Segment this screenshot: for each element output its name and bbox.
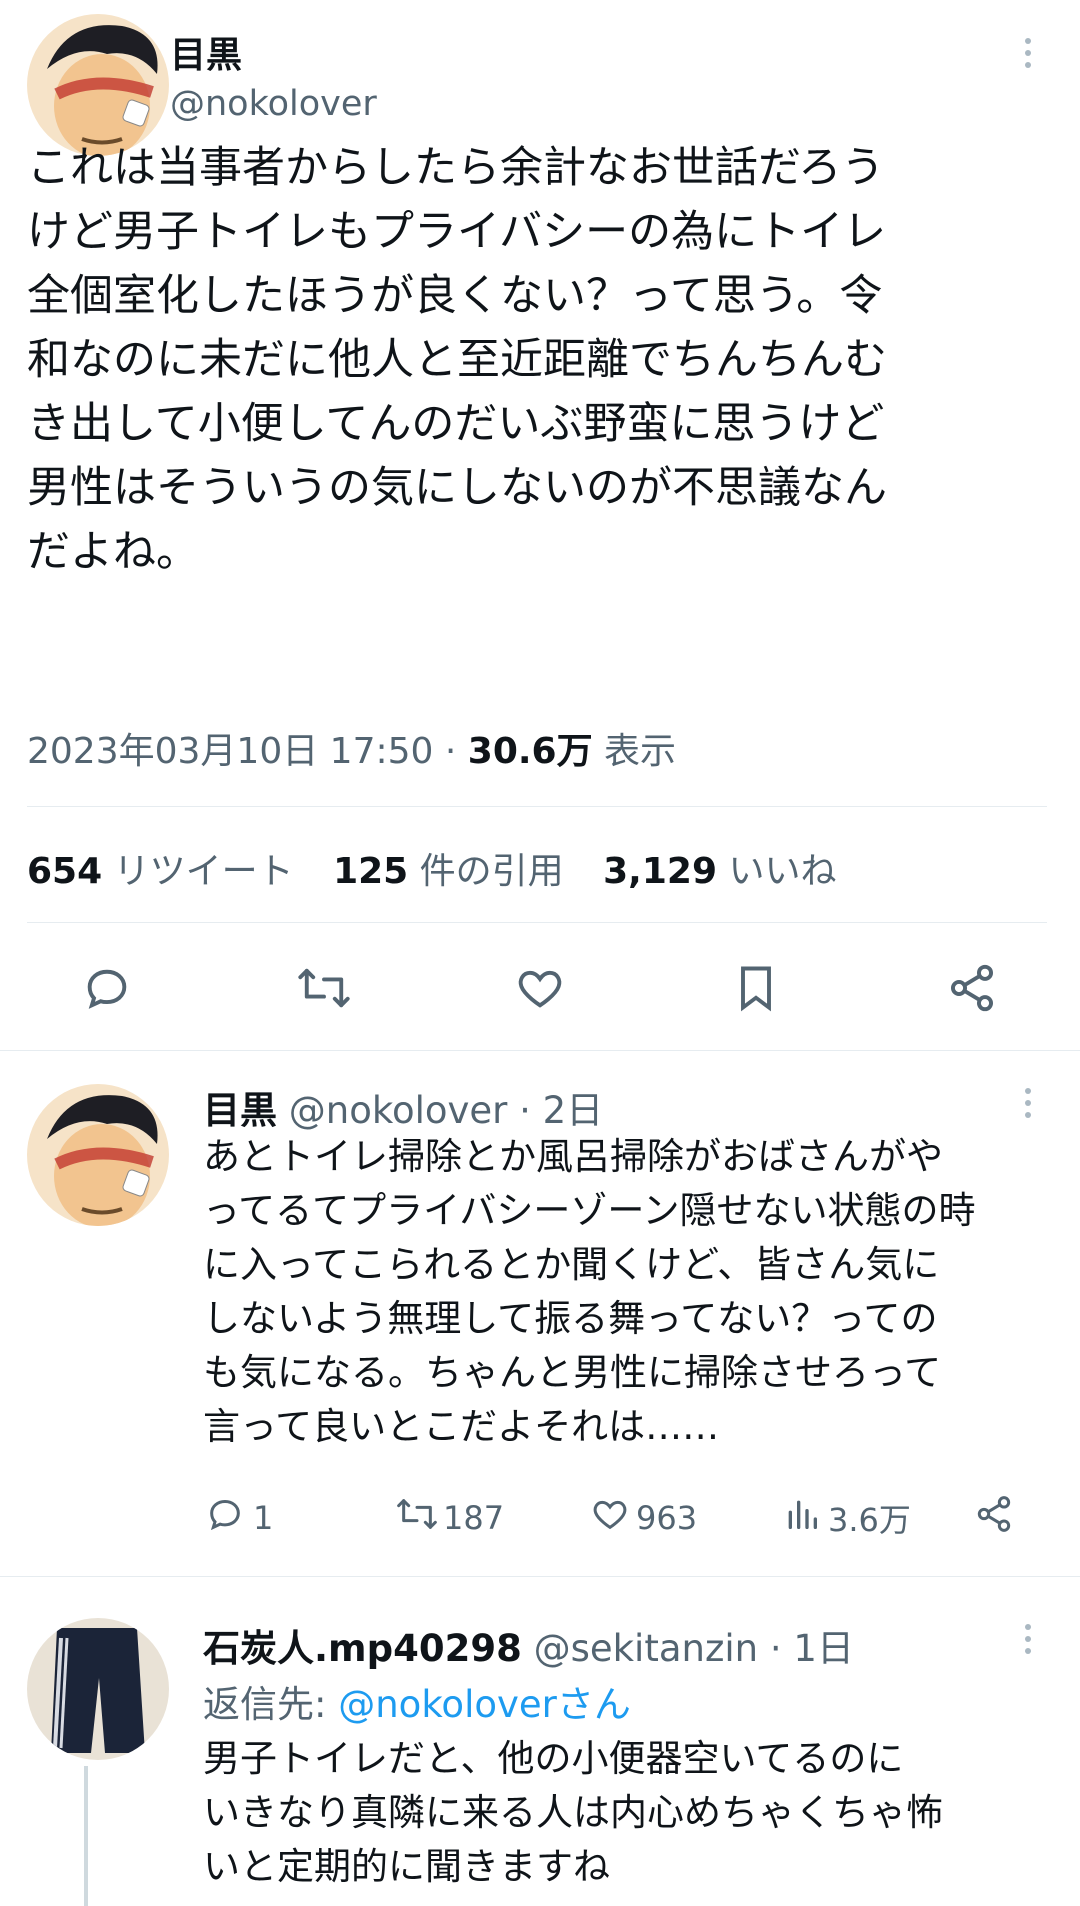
likes-stat[interactable]: 3,129 いいね [603, 851, 836, 892]
handle[interactable]: @nokolover [170, 84, 377, 124]
divider [27, 922, 1047, 923]
more-options-icon[interactable] [1022, 38, 1034, 74]
display-name[interactable]: 目黒 [170, 26, 242, 78]
thread-line [84, 1766, 88, 1906]
tweet-meta: 2023年03月10日 17:50 · 30.6万 表示 [27, 722, 676, 774]
tweet-text-line: しないよう無理して振る舞ってない？っての [203, 1297, 938, 1340]
like-icon[interactable] [514, 962, 566, 1014]
tweet-text-line: いと定期的に聞きますね [203, 1845, 610, 1888]
bookmark-icon[interactable] [730, 962, 782, 1014]
divider [0, 1050, 1080, 1051]
engagement-stats: 654 リツイート 125 件の引用 3,129 いいね [27, 842, 836, 894]
tweet-text: 男子トイレだと、他の小便器空いてるのに いきなり真隣に来る人は内心めちゃくちゃ怖… [203, 1732, 1063, 1894]
tweet-text-line: 男性はそういうの気にしないのが不思議なん [27, 463, 887, 513]
divider [0, 1576, 1080, 1577]
reply-icon[interactable] [81, 962, 133, 1014]
avatar[interactable] [27, 14, 169, 156]
tweet-text-line: 言って良いとこだよそれは…… [203, 1405, 720, 1448]
reply-header: 石炭人.mp40298 @sekitanzin · 1日 [203, 1618, 854, 1672]
retweets-stat[interactable]: 654 リツイート [27, 851, 294, 892]
tweet-text: あとトイレ掃除とか風呂掃除がおばさんがや ってるてプライバシーゾーン隠せない状態… [203, 1130, 1063, 1454]
analytics-icon [782, 1494, 822, 1542]
share-icon[interactable] [974, 1494, 1014, 1538]
tweet-text-line: も気になる。ちゃんと男性に掃除させろって [203, 1351, 942, 1394]
views-count[interactable]: 30.6万 [468, 731, 593, 772]
tweet-text-line: き出して小便してんのだいぶ野蛮に思うけど [27, 399, 885, 449]
like-button[interactable]: 963 [590, 1494, 697, 1542]
tweet-text-line: あとトイレ掃除とか風呂掃除がおばさんがや [203, 1135, 943, 1178]
reply-count: 1 [253, 1499, 274, 1537]
tweet-text-line: 全個室化したほうが良くない？って思う。令 [27, 271, 883, 321]
handle-time[interactable]: @sekitanzin · 1日 [522, 1627, 854, 1670]
replying-to-label: 返信先: [203, 1683, 339, 1726]
reply-header: 目黒 @nokolover · 2日 [203, 1080, 603, 1134]
display-name[interactable]: 石炭人.mp40298 [203, 1627, 522, 1670]
avatar[interactable] [27, 1618, 169, 1760]
tweet-text-line: 和なのに未だに他人と至近距離でちんちんむ [27, 335, 887, 385]
avatar[interactable] [27, 1084, 169, 1226]
more-options-icon[interactable] [1022, 1624, 1034, 1660]
tweet-text-line: に入ってこられるとか聞くけど、皆さん気に [203, 1243, 940, 1286]
retweet-icon [395, 1494, 439, 1542]
retweet-icon[interactable] [296, 962, 352, 1014]
like-icon [590, 1494, 630, 1542]
view-count: 3.6万 [828, 1501, 911, 1539]
retweet-button[interactable]: 187 [395, 1494, 504, 1542]
replying-to: 返信先: @nokoloverさん [203, 1674, 631, 1728]
retweet-count: 187 [443, 1499, 505, 1537]
tweet-text-line: これは当事者からしたら余計なお世話だろう [27, 143, 885, 193]
tweet-text-line: だよね。 [27, 527, 199, 577]
tweet-text: これは当事者からしたら余計なお世話だろう けど男子トイレもプライバシーの為にトイ… [27, 136, 1067, 584]
tweet-text-line: いきなり真隣に来る人は内心めちゃくちゃ怖 [203, 1791, 943, 1834]
reply-button[interactable]: 1 [205, 1494, 273, 1542]
tweet-text-line: 男子トイレだと、他の小便器空いてるのに [203, 1737, 904, 1780]
replying-to-link[interactable]: @nokoloverさん [338, 1683, 631, 1726]
tweet-text-line: ってるてプライバシーゾーン隠せない状態の時 [203, 1189, 976, 1232]
views-button[interactable]: 3.6万 [782, 1494, 911, 1542]
share-icon[interactable] [946, 962, 998, 1014]
divider [27, 806, 1047, 807]
views-label: 表示 [592, 731, 677, 772]
like-count: 963 [636, 1499, 698, 1537]
quotes-stat[interactable]: 125 件の引用 [333, 851, 564, 892]
display-name[interactable]: 目黒 [203, 1089, 277, 1132]
handle-time[interactable]: @nokolover · 2日 [277, 1089, 603, 1132]
tweet-text-line: けど男子トイレもプライバシーの為にトイレ [27, 207, 887, 257]
more-options-icon[interactable] [1022, 1088, 1034, 1124]
timestamp[interactable]: 2023年03月10日 17:50 · [27, 731, 468, 772]
reply-icon [205, 1494, 245, 1542]
